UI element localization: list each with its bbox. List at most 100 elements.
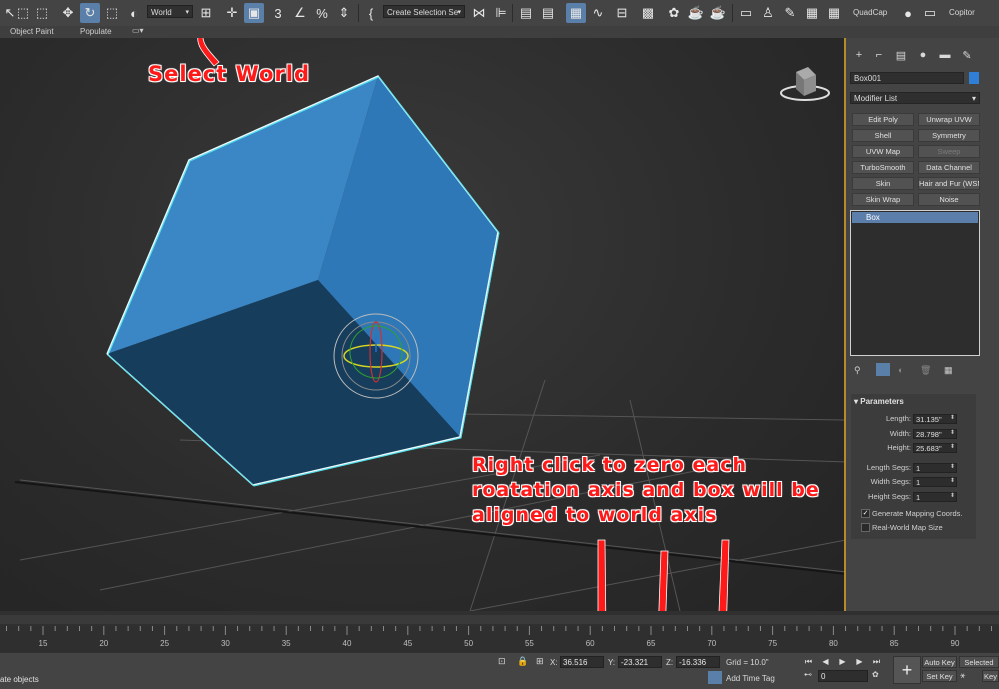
perspective-viewport[interactable]: Select World Right click to zero each ro… xyxy=(0,38,846,611)
character-icon[interactable]: ♙ xyxy=(758,3,778,23)
pin-stack-icon[interactable]: ⚲ xyxy=(854,365,861,376)
height-segs-spinner[interactable]: 1 ⬍ xyxy=(913,492,957,502)
modifier-button-skin[interactable]: Skin xyxy=(852,177,914,190)
material-editor-icon[interactable]: ▩ xyxy=(638,3,658,23)
keyboard-shortcut-toggle-icon[interactable]: ▣ xyxy=(244,3,264,23)
named-selection-set-dropdown[interactable]: Create Selection Se ▾ xyxy=(383,5,465,18)
plugin-icon[interactable]: ▦ xyxy=(824,3,844,23)
pivot-center-icon[interactable]: ⊞ xyxy=(196,3,216,23)
create-tab-icon[interactable]: + xyxy=(850,46,868,64)
snaps-toggle-icon[interactable]: 3 xyxy=(268,3,288,23)
align-icon[interactable]: ⊫ xyxy=(491,3,511,23)
modify-tab-icon[interactable]: ⌐ xyxy=(870,46,888,64)
modifier-list-dropdown[interactable]: Modifier List ▾ xyxy=(850,92,980,104)
previous-frame-icon[interactable]: ◀ xyxy=(819,656,832,668)
modifier-button-hair-and-fur-wsm[interactable]: Hair and Fur (WSM xyxy=(918,177,980,190)
modifier-button-uvw-map[interactable]: UVW Map xyxy=(852,145,914,158)
object-paint-tab[interactable]: Object Paint xyxy=(10,27,54,36)
auto-key-button[interactable]: Auto Key xyxy=(922,656,957,668)
track-bar[interactable]: 15 20 25 30 35 40 45 50 55 60 65 70 75 80 85 90 xyxy=(0,626,999,652)
modifier-button-turbosmooth[interactable]: TurboSmooth xyxy=(852,161,914,174)
time-slider[interactable] xyxy=(0,615,999,624)
schematic-view-icon[interactable]: ⊟ xyxy=(612,3,632,23)
key-filters-button[interactable]: Key xyxy=(982,670,999,682)
show-end-result-icon[interactable] xyxy=(876,363,890,376)
width-segs-spinner[interactable]: 1 ⬍ xyxy=(913,477,957,487)
screen-icon[interactable]: ▭ xyxy=(920,3,940,23)
modifier-button-data-channel[interactable]: Data Channel xyxy=(918,161,980,174)
record-icon[interactable]: ● xyxy=(898,3,918,23)
go-to-start-icon[interactable]: ⏮ xyxy=(802,656,815,668)
place-icon[interactable]: ◐ xyxy=(124,3,144,23)
width-spinner[interactable]: 28.798" ⬍ xyxy=(913,429,957,439)
y-coordinate-field[interactable]: -23.321 xyxy=(618,656,662,668)
spinner-snap-icon[interactable]: ⇕ xyxy=(334,3,354,23)
toggle-ribbon-icon[interactable]: ▦ xyxy=(566,3,586,23)
height-spinner[interactable]: 25.683" ⬍ xyxy=(913,443,957,453)
selection-lock-icon[interactable]: 🔒 xyxy=(517,656,528,667)
go-to-end-icon[interactable]: ⏭ xyxy=(870,656,883,668)
populate-tab[interactable]: Populate xyxy=(80,27,112,36)
mirror-icon[interactable]: ⋈ xyxy=(469,3,489,23)
reference-coord-system-dropdown[interactable]: World ▾ xyxy=(147,5,193,18)
remove-modifier-icon[interactable]: 🗑 xyxy=(920,365,931,376)
ribbon-options-icon[interactable]: ▭▾ xyxy=(132,26,144,35)
parameters-rollout-header[interactable]: ▾ Parameters xyxy=(854,397,904,406)
scale-icon[interactable]: ⬚ xyxy=(102,3,122,23)
key-filters-icon[interactable]: ⚹ xyxy=(960,670,965,681)
modifier-button-shell[interactable]: Shell xyxy=(852,129,914,142)
select-and-manipulate-icon[interactable]: ✛ xyxy=(222,3,242,23)
viewcube[interactable] xyxy=(780,67,830,101)
curve-editor-icon[interactable]: ∿ xyxy=(588,3,608,23)
utilities-tab-icon[interactable]: ✎ xyxy=(958,46,976,64)
stack-item-box[interactable]: Box xyxy=(852,212,978,223)
x-coordinate-field[interactable]: 36.516 xyxy=(560,656,604,668)
hierarchy-tab-icon[interactable]: ▤ xyxy=(892,46,910,64)
angle-snap-icon[interactable]: ∠ xyxy=(290,3,310,23)
selected-dropdown[interactable]: Selected xyxy=(959,656,999,668)
set-key-button[interactable]: Set Key xyxy=(922,670,957,682)
display-tab-icon[interactable]: ▬ xyxy=(936,46,954,64)
next-frame-icon[interactable]: ▶ xyxy=(853,656,866,668)
scene-explorer-icon[interactable]: ▤ xyxy=(516,3,536,23)
modifier-button-symmetry[interactable]: Symmetry xyxy=(918,129,980,142)
grid-icon[interactable]: ▦ xyxy=(802,3,822,23)
render-production-icon[interactable]: ☕ xyxy=(708,3,728,23)
generate-mapping-checkbox[interactable]: ✓ xyxy=(861,509,870,518)
absolute-mode-icon[interactable]: ⊞ xyxy=(536,656,544,667)
z-coordinate-field[interactable]: -16.336 xyxy=(676,656,720,668)
modifier-button-edit-poly[interactable]: Edit Poly xyxy=(852,113,914,126)
object-color-swatch[interactable] xyxy=(969,72,979,84)
object-name-field[interactable]: Box001 xyxy=(850,72,964,84)
current-frame-field[interactable]: 0 xyxy=(818,670,868,682)
set-key-big-button[interactable]: + xyxy=(893,656,921,684)
window-crossing-icon[interactable]: ⬚ xyxy=(32,3,52,23)
modifier-button-unwrap-uvw[interactable]: Unwrap UVW xyxy=(918,113,980,126)
modifier-button-noise[interactable]: Noise xyxy=(918,193,980,206)
percent-snap-icon[interactable]: % xyxy=(312,3,332,23)
copitor-label[interactable]: Copitor xyxy=(949,8,975,17)
quadcap-label[interactable]: QuadCap xyxy=(853,8,887,17)
tools-icon[interactable]: ✎ xyxy=(780,3,800,23)
rendered-frame-window-icon[interactable]: ☕ xyxy=(686,3,706,23)
move-icon[interactable]: ✥ xyxy=(58,3,78,23)
time-tag-icon[interactable] xyxy=(708,671,722,684)
isolate-selection-icon[interactable]: ⊡ xyxy=(498,656,506,667)
key-mode-icon[interactable]: ⊷ xyxy=(804,670,812,679)
modifier-stack[interactable]: Box xyxy=(850,210,980,356)
viewport-icon[interactable]: ▭ xyxy=(736,3,756,23)
time-config-icon[interactable]: ✿ xyxy=(872,670,879,679)
make-unique-icon[interactable]: ◐ xyxy=(898,365,903,375)
modifier-button-sweep[interactable]: Sweep xyxy=(918,145,980,158)
play-icon[interactable]: ▶ xyxy=(836,656,849,668)
render-setup-icon[interactable]: ✿ xyxy=(664,3,684,23)
rotate-icon[interactable]: ↻ xyxy=(80,3,100,23)
layer-explorer-icon[interactable]: ▤ xyxy=(538,3,558,23)
configure-sets-icon[interactable]: ▦ xyxy=(944,365,953,376)
add-time-tag-label[interactable]: Add Time Tag xyxy=(726,674,775,683)
modifier-button-skin-wrap[interactable]: Skin Wrap xyxy=(852,193,914,206)
box001-mesh[interactable] xyxy=(106,75,500,487)
length-spinner[interactable]: 31.135" ⬍ xyxy=(913,414,957,424)
length-segs-spinner[interactable]: 1 ⬍ xyxy=(913,463,957,473)
real-world-map-checkbox[interactable] xyxy=(861,523,870,532)
